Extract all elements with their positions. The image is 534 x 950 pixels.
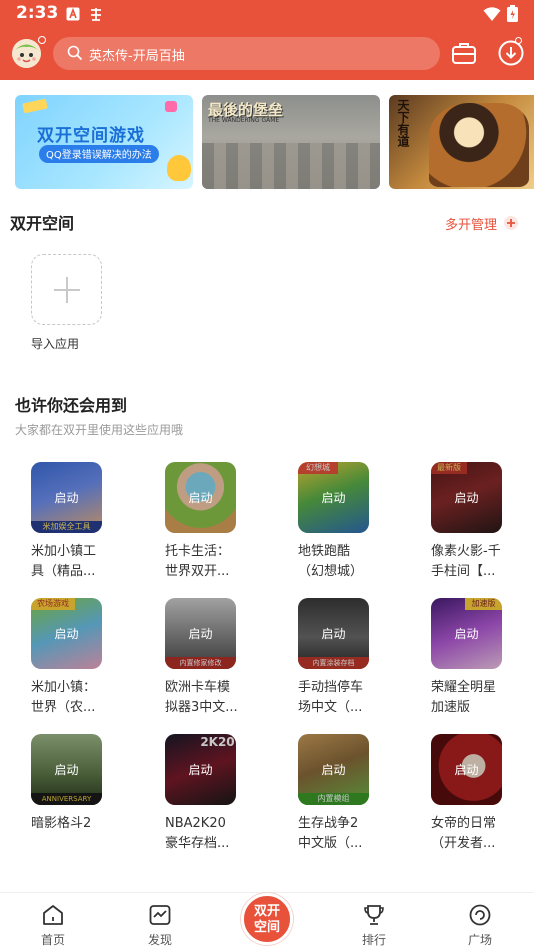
app-name: 荣耀全明星 加速版 [431, 680, 497, 715]
section-title-dual-space: 双开空间 [10, 214, 75, 233]
app-item[interactable]: 最新版 启动 像素火影-千 手柱间【... [431, 462, 534, 592]
import-app-button[interactable] [31, 254, 102, 325]
heart-icon [165, 101, 177, 112]
launch-label: 启动 [54, 491, 79, 505]
app-item[interactable]: 幻想城 启动 地铁跑酷 （幻想城） [298, 462, 418, 592]
plus-icon [54, 277, 80, 303]
app-name: 生存战争2 中文版（... [298, 816, 363, 851]
wifi-icon [483, 6, 501, 21]
top-app-bar: 2:33 英杰传-开局百抽 [0, 0, 534, 80]
launch-label: 启动 [321, 763, 346, 777]
search-bar[interactable]: 英杰传-开局百抽 [53, 37, 440, 70]
nav-label-rank: 排行 [361, 933, 386, 947]
plus-circle-icon[interactable] [504, 216, 518, 230]
app-name: 米加小镇工 具（精品... [31, 544, 97, 579]
banner-subtitle: QQ登录错误解决的办法 [39, 145, 159, 163]
nav-item-discover[interactable]: 发现 [120, 893, 200, 950]
briefcase-icon[interactable] [451, 40, 477, 66]
launch-label: 启动 [321, 491, 346, 505]
app-item[interactable]: 启动 托卡生活： 世界双开... [165, 462, 285, 592]
nav-label-home: 首页 [40, 933, 65, 947]
banner-dual-space-games[interactable]: 双开空间游戏 QQ登录错误解决的办法 [15, 95, 193, 189]
app-name: 女帝的日常 （开发者... [431, 816, 497, 851]
app-name: 托卡生活： 世界双开... [165, 544, 231, 579]
launch-label: 启动 [454, 627, 479, 641]
discover-icon [149, 905, 171, 925]
search-icon [67, 45, 83, 61]
launch-label: 启动 [454, 491, 479, 505]
section-title-suggestions: 也许你还会用到 [15, 396, 128, 415]
app-name: 像素火影-千 手柱间【... [431, 544, 501, 579]
avatar-face-icon [12, 39, 41, 68]
section-subtitle-suggestions: 大家都在双开里使用这些应用哦 [15, 423, 184, 437]
notification-bug-icon [91, 8, 101, 21]
banner-artwork [202, 143, 380, 189]
multi-open-manage-link[interactable]: 多开管理 [445, 214, 497, 233]
launch-label: 启动 [321, 627, 346, 641]
trophy-icon [364, 905, 384, 925]
status-time: 2:33 [16, 3, 59, 23]
download-icon[interactable] [497, 39, 525, 67]
banner-artwork [429, 103, 529, 187]
banner-title: 双开空间游戏 [37, 126, 145, 146]
nav-item-rank[interactable]: 排行 [334, 893, 414, 950]
avatar-notification-dot [38, 36, 46, 44]
banner-game-3[interactable]: 天下有道 [389, 95, 534, 189]
app-name: 暗影格斗2 [31, 816, 92, 831]
app-name: 欧洲卡车模 拟器3中文... [165, 680, 238, 715]
avatar[interactable] [12, 39, 41, 68]
center-button-label: 双开 空间 [253, 904, 280, 935]
app-item[interactable]: 农场游戏 启动 米加小镇： 世界（农... [31, 598, 151, 728]
app-item[interactable]: 内置模组 启动 生存战争2 中文版（... [298, 734, 418, 864]
download-notification-dot [515, 37, 522, 44]
app-item[interactable]: ANNIVERSARY 启动 暗影格斗2 [31, 734, 151, 864]
home-icon [43, 905, 63, 925]
banner-title: 天下有道 [396, 99, 410, 147]
launch-label: 启动 [188, 627, 213, 641]
status-bar: 2:33 [0, 0, 534, 28]
bell-icon [167, 155, 191, 181]
plaza-icon [469, 904, 491, 926]
app-item[interactable]: 加速版 启动 荣耀全明星 加速版 [431, 598, 534, 728]
app-item[interactable]: 2K20 启动 NBA2K20 豪华存档... [165, 734, 285, 864]
notification-a-icon [66, 7, 80, 21]
launch-label: 启动 [454, 763, 479, 777]
app-name: 米加小镇： 世界（农... [31, 680, 97, 715]
app-item[interactable]: 内置修家修改 启动 欧洲卡车模 拟器3中文... [165, 598, 285, 728]
app-item[interactable]: 启动 女帝的日常 （开发者... [431, 734, 534, 864]
banner-game-2[interactable]: 最後的堡垒 THE WANDERING GAME [202, 95, 380, 189]
nav-label-discover: 发现 [147, 933, 172, 947]
nav-item-home[interactable]: 首页 [13, 893, 93, 950]
launch-label: 启动 [188, 491, 213, 505]
search-input[interactable]: 英杰传-开局百抽 [89, 45, 185, 64]
launch-label: 启动 [54, 627, 79, 641]
app-name: 手动挡停车 场中文（... [298, 680, 364, 715]
nav-label-plaza: 广场 [467, 933, 492, 947]
app-name: NBA2K20 豪华存档... [165, 816, 230, 851]
app-item[interactable]: 内置涂装存档 启动 手动挡停车 场中文（... [298, 598, 418, 728]
battery-icon [507, 5, 518, 22]
launch-label: 启动 [188, 763, 213, 777]
nav-item-plaza[interactable]: 广场 [440, 893, 520, 950]
app-item[interactable]: 米加娱全工具 启动 米加小镇工 具（精品... [31, 462, 151, 592]
status-icons [483, 5, 518, 22]
import-app-label: 导入应用 [31, 337, 80, 351]
banner-decoration [22, 98, 48, 114]
launch-label: 启动 [54, 763, 79, 777]
banner-subtitle: THE WANDERING GAME [208, 117, 280, 124]
app-name: 地铁跑酷 （幻想城） [298, 544, 364, 579]
dual-space-center-button[interactable]: 双开 空间 [241, 893, 293, 945]
